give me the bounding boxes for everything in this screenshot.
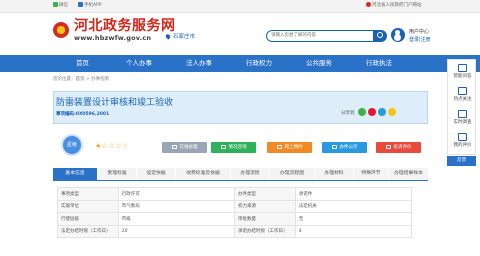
monitor-icon — [171, 145, 177, 149]
sidebar-item-survey[interactable]: 实时调查 — [448, 110, 477, 125]
table-row: 行使层级 市级 审批数量 无 — [57, 212, 413, 226]
tab-flowchart[interactable]: 办理流程图 — [270, 168, 314, 180]
tab-legal-basis[interactable]: 设定依据 — [137, 168, 175, 180]
detail-tabs: 基本信息 受理标准 设定依据 收费标准及依据 办理流程 办理流程图 办理材料 特… — [53, 168, 428, 181]
table-key: 法定办结时限（工作日） — [57, 224, 119, 238]
table-value: 4 — [294, 224, 413, 238]
document-icon — [331, 145, 337, 149]
national-emblem-logo — [53, 22, 69, 38]
table-key: 审批数量 — [234, 212, 296, 226]
search-input[interactable] — [271, 31, 371, 40]
location-pin-icon — [164, 33, 172, 40]
nav-admin-power[interactable]: 行政权力 — [230, 55, 288, 72]
table-value: 市气象局 — [117, 199, 236, 213]
feedback-button[interactable]: 反馈 — [447, 156, 476, 166]
table-row: 实施单位 市气象局 权力来源 法定机关 — [57, 199, 413, 213]
mobile-app-link[interactable]: 手机APP — [78, 2, 102, 10]
qzone-share-icon[interactable] — [388, 108, 396, 116]
nav-public-service[interactable]: 公共服务 — [290, 55, 348, 72]
site-url: www.hbzwfw.gov.cn — [74, 34, 152, 42]
breadcrumb-home[interactable]: 首页 — [76, 77, 85, 82]
table-row: 事项类型 行政许可 办件类型 承诺件 — [57, 187, 413, 201]
online-apply-button[interactable]: 在线办理 — [162, 142, 207, 153]
site-name[interactable]: 河北政务服务网 — [74, 19, 176, 33]
table-key: 事项类型 — [57, 187, 119, 201]
nav-legal-person[interactable]: 法人办事 — [170, 55, 228, 72]
sidebar-item-my-review[interactable]: 我的评价 — [448, 133, 477, 148]
city-selector[interactable]: 石家庄市 — [164, 32, 195, 40]
appointment-button[interactable]: 网上预约 — [267, 142, 312, 153]
clipboard-icon — [458, 110, 467, 118]
breadcrumb-current: 办事指南 — [91, 77, 110, 82]
star-level-badge: 星级 — [61, 134, 83, 156]
user-center-link[interactable]: 用户中心 — [409, 28, 429, 35]
search-button[interactable] — [373, 30, 387, 42]
nav-home[interactable]: 首页 — [55, 55, 110, 72]
floating-sidebar: 智能问答 热点关注 实时调查 我的评价 — [447, 59, 476, 155]
nav-personal[interactable]: 个人办事 — [110, 55, 168, 72]
share-label: 分享到 — [341, 111, 355, 116]
emblem-small-icon — [366, 2, 371, 7]
table-value: 行政许可 — [117, 187, 236, 201]
wechat-icon — [53, 2, 58, 7]
wechat-share-icon[interactable] — [358, 108, 366, 116]
tab-fee-standard[interactable]: 收费标准及依据 — [176, 168, 230, 180]
home-icon — [458, 133, 467, 141]
tab-acceptance-standard[interactable]: 受理标准 — [98, 168, 136, 180]
table-value: 市级 — [117, 212, 236, 226]
sidebar-item-smart-qa[interactable]: 智能问答 — [448, 64, 477, 79]
tab-materials[interactable]: 办理材料 — [315, 168, 353, 180]
robot-icon — [458, 64, 467, 72]
consult-button[interactable]: 情况咨询 — [211, 142, 256, 153]
weibo-share-icon[interactable] — [368, 108, 376, 116]
table-key: 实施单位 — [57, 199, 119, 213]
star-rating: ★☆☆☆☆ — [95, 142, 129, 150]
site-header — [0, 13, 480, 53]
login-register-link[interactable]: 登录|注册 — [409, 36, 431, 43]
tab-process[interactable]: 办理流程 — [231, 168, 269, 180]
complaint-button[interactable]: 投诉评价 — [376, 142, 421, 153]
page-title: 防雷装置设计审核和竣工验收 — [56, 98, 174, 108]
tab-result-sample[interactable]: 办理结果样本 — [389, 168, 428, 180]
table-value: 承诺件 — [294, 187, 413, 201]
case-publicity-button[interactable]: 办件公示 — [322, 142, 367, 153]
chat-icon — [220, 145, 226, 149]
main-nav: 首页 个人办事 法人办事 行政权力 公共服务 行政执法 — [0, 55, 480, 72]
table-row: 法定办结时限（工作日） 20 承诺办结时限（工作日） 4 — [57, 224, 413, 238]
search-box — [266, 30, 374, 42]
tab-special-steps[interactable]: 特殊环节 — [354, 168, 388, 180]
table-value: 无 — [294, 212, 413, 226]
calendar-icon — [276, 145, 282, 149]
user-avatar-icon[interactable] — [391, 28, 405, 42]
table-key: 办件类型 — [234, 187, 296, 201]
top-utility-bar: 微信 手机APP 河北省人民政府门户网站 — [0, 0, 480, 13]
table-key: 行使层级 — [57, 212, 119, 226]
breadcrumb: 您的位置：首页 > 办事指南 — [53, 77, 110, 82]
tab-basic-info[interactable]: 基本信息 — [53, 168, 97, 180]
service-code: 事项编码:0X0596,2001 — [56, 112, 110, 117]
table-value: 法定机关 — [294, 199, 413, 213]
comment-icon — [385, 145, 391, 149]
table-key: 权力来源 — [234, 199, 296, 213]
basic-info-table: 事项类型 行政许可 办件类型 承诺件 实施单位 市气象局 权力来源 法定机关 行… — [57, 187, 413, 238]
phone-icon — [78, 2, 83, 7]
sidebar-item-hot-topics[interactable]: 热点关注 — [448, 87, 477, 102]
wechat-link[interactable]: 微信 — [53, 2, 68, 10]
table-value: 20 — [117, 224, 236, 238]
fire-icon — [458, 87, 467, 95]
provincial-portal-link[interactable]: 河北省人民政府门户网站 — [366, 2, 422, 10]
table-key: 承诺办结时限（工作日） — [234, 224, 296, 238]
nav-law-enforcement[interactable]: 行政执法 — [350, 55, 408, 72]
qq-share-icon[interactable] — [378, 108, 386, 116]
